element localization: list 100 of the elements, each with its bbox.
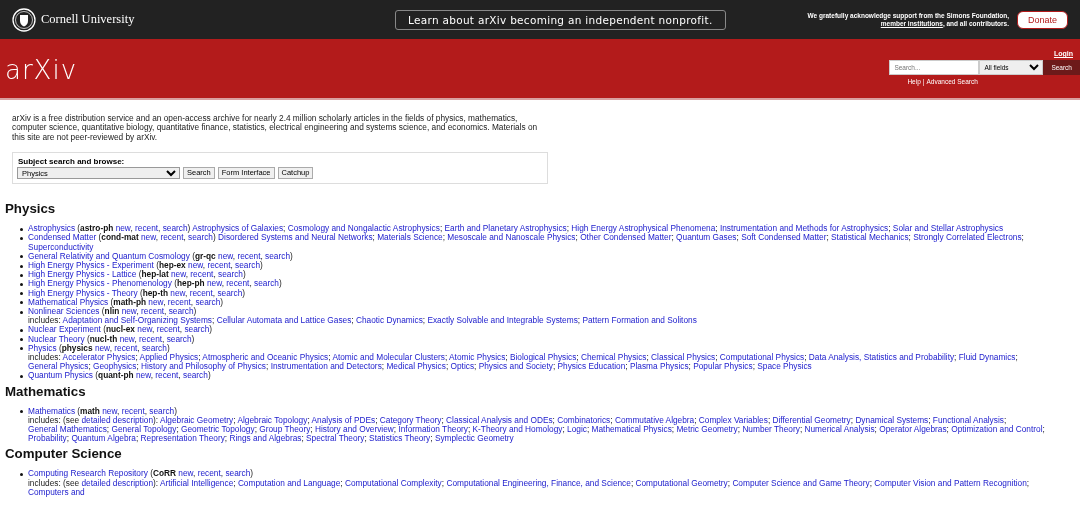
subject-link[interactable]: Solar and Stellar Astrophysics: [892, 223, 1004, 234]
listing-link[interactable]: new: [102, 405, 117, 416]
archive-entry: High Energy Physics - Lattice (hep-lat new, recent, search): [28, 270, 246, 280]
archive-link[interactable]: Computing Research Repository: [28, 468, 148, 479]
listing-link[interactable]: recent: [121, 405, 145, 416]
bullet-icon: [20, 328, 23, 332]
subject-link[interactable]: Atomic and Molecular Clusters: [332, 352, 445, 363]
bullet-icon: [20, 236, 23, 240]
subject-link[interactable]: Representation Theory: [140, 433, 225, 444]
listing-link[interactable]: recent: [167, 296, 191, 307]
listing-link[interactable]: search: [218, 269, 243, 280]
archive-link[interactable]: Mathematical Physics: [28, 296, 109, 307]
subject-link[interactable]: Information Theory: [398, 424, 468, 435]
listing-link[interactable]: search: [254, 278, 279, 289]
bullet-icon: [20, 310, 23, 314]
subject-link[interactable]: Geometric Topology: [181, 424, 255, 435]
subject-link[interactable]: Computational Geometry: [635, 477, 728, 488]
listing-link[interactable]: search: [168, 306, 194, 317]
listing-link[interactable]: new: [188, 260, 203, 271]
archive-entry: High Energy Physics - Experiment (hep-ex new, recent, search): [28, 261, 264, 271]
subject-link[interactable]: General Mathematics: [28, 424, 107, 435]
listing-link[interactable]: search: [162, 223, 188, 234]
bullet-icon: [20, 347, 23, 351]
subject-link[interactable]: Quantum Algebra: [71, 433, 136, 444]
intro-paragraph: arXiv is a free distribution service and an open-access archive for nearly 2.4 million scholarly articles in the fields of physics, mathematics, computer science, quantitative biology, quantitative finance, statistics, electrical engineering and systems science, and economics. Materials on this site are not peer-reviewed by arXiv.: [12, 114, 539, 143]
subject-link[interactable]: Computational Complexity: [344, 477, 442, 488]
arxiv-logo[interactable]: arXiv: [5, 54, 78, 85]
listing-link[interactable]: new: [206, 278, 222, 289]
archive-link[interactable]: Quantum Physics: [28, 370, 94, 381]
listing-link[interactable]: new: [170, 269, 186, 280]
archive-entry: Computing Research Repository (CoRR new, recent, search) includes: (see detailed description): Artificial Intelligence; Computation and Language; Computational Complexity; Computational Engineering, Finance, and Science; Computational Geometry; Computer Science and Game Theory; Computer Vision and Pattern Recognition; Computers and: [28, 469, 1031, 498]
subject-link[interactable]: Superconductivity: [28, 241, 94, 252]
archive-link[interactable]: Nuclear Theory: [28, 333, 85, 344]
subject-link[interactable]: Mathematical Physics: [591, 424, 672, 435]
description-link[interactable]: detailed description: [81, 477, 153, 488]
bullet-icon: [20, 338, 23, 342]
listing-link[interactable]: search: [183, 370, 208, 381]
subject-link[interactable]: Quantum Gases: [676, 232, 737, 243]
subject-link[interactable]: Metric Geometry: [676, 424, 738, 435]
bullet-icon: [20, 227, 23, 231]
subject-link[interactable]: History and Overview: [314, 424, 394, 435]
subject-link[interactable]: Instrumentation and Detectors: [270, 361, 382, 372]
subject-link[interactable]: Computer Vision and Pattern Recognition: [874, 477, 1027, 488]
subject-link[interactable]: Exactly Solvable and Integrable Systems: [427, 315, 578, 326]
archive-link[interactable]: Astrophysics: [28, 223, 76, 234]
university-name[interactable]: Cornell University: [41, 12, 135, 27]
subject-link[interactable]: Computer Science and Game Theory: [732, 477, 870, 488]
subject-link[interactable]: Medical Physics: [386, 361, 446, 372]
university-seal-icon[interactable]: [12, 7, 36, 32]
subject-link[interactable]: Complex Variables: [698, 414, 768, 425]
listing-link[interactable]: search: [188, 232, 213, 243]
listing-link[interactable]: search: [166, 333, 192, 344]
bullet-icon: [20, 255, 23, 259]
archive-link[interactable]: Nonlinear Sciences: [28, 306, 100, 317]
listing-link[interactable]: search: [235, 260, 260, 271]
subject-link[interactable]: Chaotic Dynamics: [355, 315, 423, 326]
listing-link[interactable]: recent: [156, 324, 180, 335]
archive-link[interactable]: Condensed Matter: [28, 232, 97, 243]
listing-link[interactable]: new: [141, 232, 156, 243]
bullet-icon: [20, 374, 23, 378]
subject-link[interactable]: Mesoscale and Nanoscale Physics: [447, 232, 576, 243]
subject-link[interactable]: Space Physics: [757, 361, 812, 372]
section-heading: Physics: [5, 201, 57, 218]
archive-link[interactable]: Physics: [28, 342, 57, 353]
listing-link[interactable]: search: [265, 250, 290, 261]
subject-link[interactable]: Logic: [567, 424, 587, 435]
subject-link[interactable]: Functional Analysis: [932, 414, 1004, 425]
subject-link[interactable]: Physics and Society: [478, 361, 553, 372]
archive-entry: Nuclear Theory (nucl-th new, recent, search): [28, 334, 195, 344]
archive-link[interactable]: High Energy Physics - Phenomenology: [28, 278, 172, 289]
subject-link[interactable]: Cosmology and Nongalactic Astrophysics: [287, 223, 440, 234]
listing-link[interactable]: recent: [189, 287, 213, 298]
subject-link[interactable]: Earth and Planetary Astrophysics: [444, 223, 567, 234]
listing-link[interactable]: search: [149, 405, 175, 416]
subject-link[interactable]: Optimization and Control: [951, 424, 1043, 435]
archive-entry: Mathematics (math new, recent, search) includes: (see detailed description): Algebraic Geometry; Algebraic Topology; Analysis of PDEs; Category Theory; Classical Analysis and ODEs; Combinatorics; Commutative Algebra; Complex Variables; Differential Geometry; Dynamical Systems; Functional Analysis; General Mathematics; General Topology; Geometric Topology; Group Theory; History and Overview; Information Theory; K-Theory and Homology; Logic; Mathematical Physics; Metric Geometry; Number Theory; Numerical Analysis; Operator Algebras; Optimization and Control; Probability; Quantum Algebra; Representation Theory; Rings and Algebras; Spectral Theory; Statistics Theory; Symplectic Geometry: [28, 406, 1046, 444]
archive-link[interactable]: General Relativity and Quantum Cosmology: [28, 250, 190, 261]
archive-link[interactable]: High Energy Physics - Theory: [28, 287, 138, 298]
subject-link[interactable]: Computational Engineering, Finance, and Science: [446, 477, 631, 488]
donate-button[interactable]: Donate: [1016, 10, 1068, 29]
archive-entry: Astrophysics (astro-ph new, recent, search) Astrophysics of Galaxies; Cosmology and Nongalactic Astrophysics; Earth and Planetary Astrophysics; High Energy Astrophysical Phenomena; Instrumentation and Methods for Astrophysics; Solar and Stellar Astrophysics: [28, 224, 1004, 234]
subject-link[interactable]: Probability: [28, 433, 67, 444]
subject-link[interactable]: Differential Geometry: [772, 414, 851, 425]
archive-link[interactable]: High Energy Physics - Experiment: [28, 260, 154, 271]
archive-link[interactable]: Nuclear Experiment: [28, 324, 101, 335]
subject-link[interactable]: History and Philosophy of Physics: [141, 361, 266, 372]
archive-entry: General Relativity and Quantum Cosmology (gr-qc new, recent, search): [28, 251, 294, 262]
subject-link[interactable]: Popular Physics: [693, 361, 753, 372]
listing-link[interactable]: new: [135, 370, 151, 381]
archive-link[interactable]: Mathematics: [28, 405, 76, 416]
subject-link[interactable]: Pattern Formation and Solitons: [582, 315, 697, 326]
listing-link[interactable]: recent: [197, 468, 221, 479]
subject-link[interactable]: Materials Science: [377, 232, 443, 243]
listing-link[interactable]: new: [218, 250, 233, 261]
subject-link[interactable]: Symplectic Geometry: [434, 433, 514, 444]
archive-entry: Mathematical Physics (math-ph new, recent, search): [28, 297, 225, 308]
listing-link[interactable]: new: [94, 342, 110, 353]
announcement-banner[interactable]: Learn about arXiv becoming an independent nonprofit.: [395, 9, 726, 30]
archive-link[interactable]: High Energy Physics - Lattice: [28, 269, 137, 280]
subject-link[interactable]: Number Theory: [742, 424, 800, 435]
